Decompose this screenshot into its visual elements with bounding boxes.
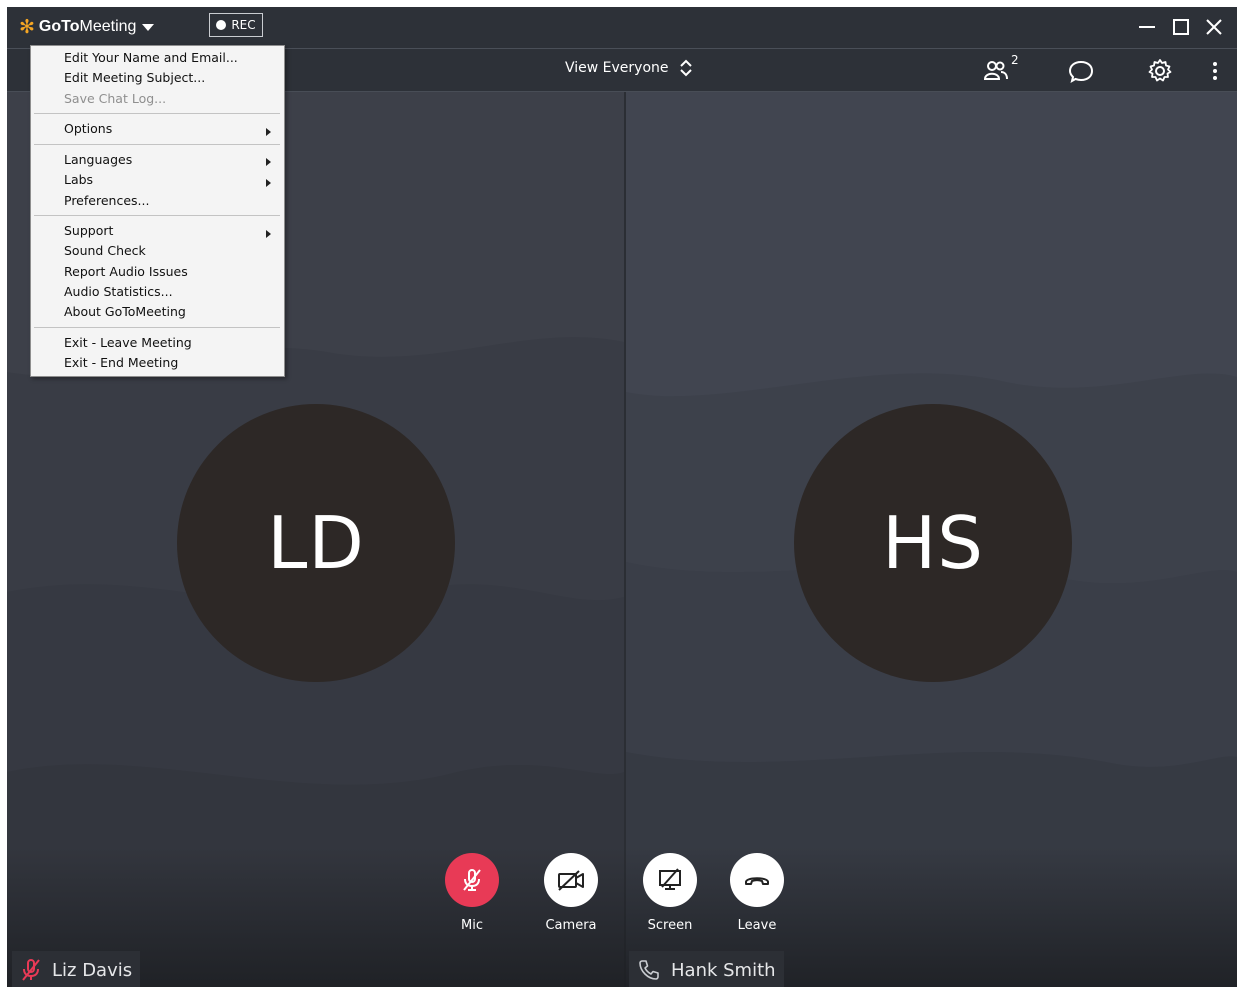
attendees-button[interactable] [982, 57, 1010, 85]
leave-label: Leave [737, 918, 777, 933]
bottom-gradient [7, 847, 1237, 987]
more-vertical-icon [1213, 62, 1217, 80]
menu-separator [34, 113, 280, 114]
screen-control: Screen [635, 853, 705, 933]
people-icon [983, 61, 1008, 80]
submenu-arrow-icon [266, 158, 271, 166]
participant-name: Liz Davis [52, 959, 133, 981]
close-button[interactable] [1200, 13, 1228, 41]
mic-label: Mic [461, 918, 483, 933]
gotomeeting-logo-icon: ✻ [19, 15, 35, 38]
camera-label: Camera [545, 918, 597, 933]
submenu-arrow-icon [266, 128, 271, 136]
menu-item-languages[interactable]: Languages [64, 151, 132, 169]
avatar: LD [177, 404, 455, 682]
menu-item-sound-check[interactable]: Sound Check [64, 242, 146, 260]
screen-label: Screen [647, 918, 693, 933]
avatar: HS [794, 404, 1072, 682]
menu-item-audio-statistics[interactable]: Audio Statistics... [64, 283, 173, 301]
record-dot-icon [216, 20, 227, 30]
app-menu-button[interactable]: ✻ GoTo Meeting [19, 13, 155, 41]
menu-separator [34, 327, 280, 328]
hang-up-icon [745, 877, 769, 885]
record-button[interactable]: REC [209, 13, 263, 37]
screen-share-button[interactable] [643, 853, 697, 907]
mic-muted-icon [22, 959, 40, 981]
menu-item-edit-meeting-subject[interactable]: Edit Meeting Subject... [64, 69, 205, 87]
meeting-window: ✻ GoTo Meeting REC View Everyone 2 LD HS… [7, 7, 1237, 987]
menu-item-report-audio-issues[interactable]: Report Audio Issues [64, 263, 188, 281]
brand-name-regular: Meeting [79, 18, 137, 35]
record-label: REC [231, 18, 256, 32]
submenu-arrow-icon [266, 179, 271, 187]
view-selector-label: View Everyone [565, 60, 669, 76]
menu-item-about[interactable]: About GoToMeeting [64, 303, 186, 321]
close-icon [1206, 19, 1222, 35]
menu-item-labs[interactable]: Labs [64, 171, 93, 189]
menu-item-preferences[interactable]: Preferences... [64, 192, 149, 210]
leave-control: Leave [722, 853, 792, 933]
participant-name-tag: Liz Davis [12, 951, 141, 987]
chat-button[interactable] [1067, 57, 1095, 85]
title-bar: ✻ GoTo Meeting REC [7, 7, 1237, 49]
mic-muted-icon [463, 869, 481, 891]
participant-name: Hank Smith [671, 959, 776, 981]
menu-separator [34, 215, 280, 216]
app-dropdown-menu: Edit Your Name and Email... Edit Meeting… [30, 45, 285, 377]
camera-off-icon [558, 870, 584, 891]
menu-item-options[interactable]: Options [64, 120, 112, 138]
minimize-button[interactable] [1133, 13, 1161, 41]
maximize-icon [1173, 19, 1189, 35]
mic-button[interactable] [445, 853, 499, 907]
phone-icon [639, 960, 659, 980]
participant-name-tag: Hank Smith [629, 951, 784, 987]
settings-button[interactable] [1146, 57, 1174, 85]
camera-button[interactable] [544, 853, 598, 907]
menu-item-exit-end-meeting[interactable]: Exit - End Meeting [64, 354, 178, 372]
chat-bubble-icon [1068, 60, 1094, 84]
menu-item-support[interactable]: Support [64, 222, 113, 240]
participant-count: 2 [1011, 53, 1019, 67]
caret-down-icon [142, 23, 155, 31]
view-selector[interactable]: View Everyone [565, 59, 693, 77]
camera-control: Camera [536, 853, 606, 933]
more-options-button[interactable] [1201, 57, 1229, 85]
chevron-up-down-icon [679, 59, 692, 77]
leave-button[interactable] [730, 853, 784, 907]
menu-item-edit-name-email[interactable]: Edit Your Name and Email... [64, 49, 238, 67]
minimize-icon [1139, 26, 1155, 28]
mic-control: Mic [437, 853, 507, 933]
brand-name-bold: GoTo [38, 18, 80, 35]
submenu-arrow-icon [266, 230, 271, 238]
maximize-button[interactable] [1167, 13, 1195, 41]
menu-item-save-chat-log: Save Chat Log... [64, 91, 167, 106]
screen-share-off-icon [659, 868, 681, 890]
menu-item-exit-leave-meeting[interactable]: Exit - Leave Meeting [64, 334, 192, 352]
gear-icon [1148, 59, 1172, 82]
menu-separator [34, 144, 280, 145]
